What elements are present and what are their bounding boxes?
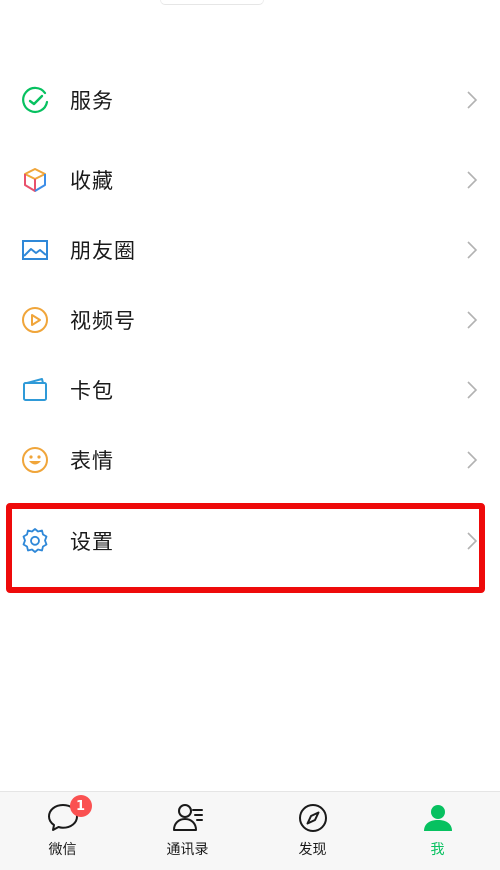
menu-item-label: 收藏 bbox=[70, 169, 114, 193]
menu-item-label: 表情 bbox=[70, 449, 114, 473]
stickers-icon bbox=[20, 445, 50, 475]
tab-contacts[interactable]: 通讯录 bbox=[125, 792, 250, 870]
cards-icon bbox=[20, 375, 50, 405]
bottom-tab-bar: 1 微信 通讯录 发现 我 bbox=[0, 791, 500, 870]
contacts-icon bbox=[171, 801, 205, 835]
menu-item-label: 朋友圈 bbox=[70, 239, 136, 263]
chevron-right-icon bbox=[467, 91, 478, 109]
settings-icon bbox=[20, 526, 50, 556]
chevron-right-icon bbox=[467, 451, 478, 469]
chevron-right-icon bbox=[467, 241, 478, 259]
chevron-right-icon bbox=[467, 171, 478, 189]
menu-item-label: 卡包 bbox=[70, 379, 114, 403]
moments-icon bbox=[20, 235, 50, 265]
compass-icon bbox=[296, 801, 330, 835]
channels-icon bbox=[20, 305, 50, 335]
tab-discover[interactable]: 发现 bbox=[250, 792, 375, 870]
menu-item-label: 视频号 bbox=[70, 309, 136, 333]
menu-item-favorites[interactable]: 收藏 bbox=[0, 145, 500, 215]
chat-bubble-icon: 1 bbox=[46, 795, 92, 835]
tab-label: 通讯录 bbox=[166, 842, 209, 858]
menu-item-label: 设置 bbox=[70, 530, 114, 554]
menu-item-settings[interactable]: 设置 bbox=[0, 506, 500, 576]
person-icon bbox=[421, 801, 455, 835]
menu-item-moments[interactable]: 朋友圈 bbox=[0, 215, 500, 285]
menu-item-service[interactable]: 服务 bbox=[0, 65, 500, 135]
tab-label: 发现 bbox=[298, 842, 327, 858]
top-edge-fragment bbox=[160, 0, 264, 5]
unread-badge: 1 bbox=[69, 795, 92, 817]
favorites-icon bbox=[20, 165, 50, 195]
chevron-right-icon bbox=[467, 381, 478, 399]
chevron-right-icon bbox=[467, 532, 478, 550]
chevron-right-icon bbox=[467, 311, 478, 329]
tab-label: 微信 bbox=[48, 842, 77, 858]
tab-chats[interactable]: 1 微信 bbox=[0, 792, 125, 870]
tab-me[interactable]: 我 bbox=[375, 792, 500, 870]
menu-item-stickers[interactable]: 表情 bbox=[0, 425, 500, 495]
service-icon bbox=[20, 85, 50, 115]
tab-label: 我 bbox=[430, 842, 445, 858]
menu-item-cards[interactable]: 卡包 bbox=[0, 355, 500, 425]
menu-item-label: 服务 bbox=[70, 89, 114, 113]
menu-item-channels[interactable]: 视频号 bbox=[0, 285, 500, 355]
